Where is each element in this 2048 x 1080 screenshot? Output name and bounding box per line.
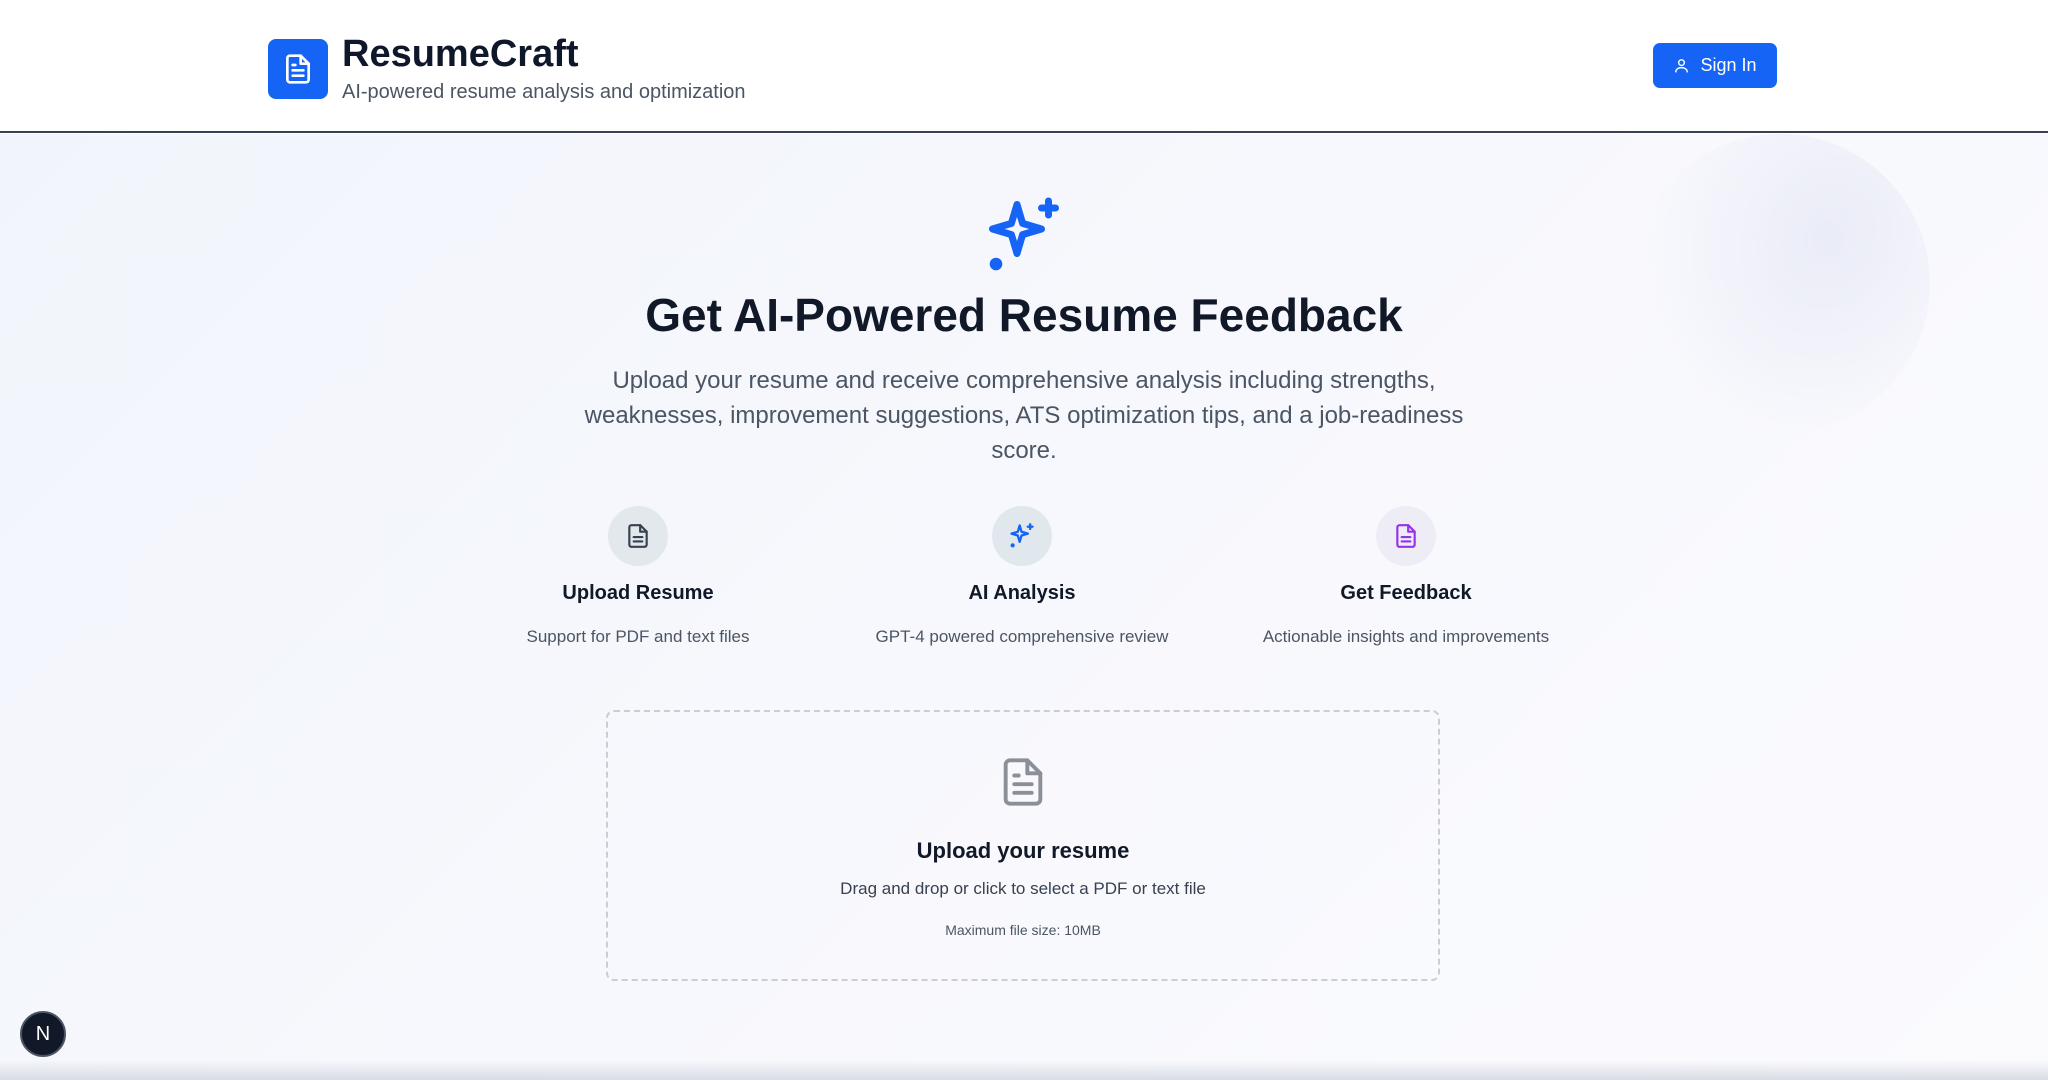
app-title: ResumeCraft <box>342 33 579 75</box>
document-icon <box>1376 506 1436 566</box>
sparkles-icon <box>992 506 1052 566</box>
resume-dropzone[interactable]: Upload your resume Drag and drop or clic… <box>606 710 1440 981</box>
feature-title: Upload Resume <box>562 582 714 604</box>
main-content: Get AI-Powered Resume Feedback Upload yo… <box>0 134 2048 1080</box>
feature-description: GPT-4 powered comprehensive review <box>875 627 1169 646</box>
dev-tools-badge[interactable]: N <box>20 1011 66 1057</box>
sign-in-button[interactable]: Sign In <box>1653 43 1777 88</box>
feature-description: Support for PDF and text files <box>526 627 750 646</box>
hero-title: Get AI-Powered Resume Feedback <box>645 289 1403 341</box>
hero-description: Upload your resume and receive comprehen… <box>584 367 1464 464</box>
document-icon <box>997 752 1049 817</box>
feature-upload-resume: Upload Resume Support for PDF and text f… <box>478 506 798 647</box>
feature-title: AI Analysis <box>968 582 1076 604</box>
app-tagline: AI-powered resume analysis and optimizat… <box>342 81 746 103</box>
app-header: ResumeCraft AI-powered resume analysis a… <box>0 0 2048 133</box>
document-icon <box>268 38 328 99</box>
sign-in-label: Sign In <box>1700 55 1757 75</box>
bottom-divider <box>0 1060 2048 1080</box>
brand[interactable]: ResumeCraft AI-powered resume analysis a… <box>268 35 746 102</box>
feature-ai-analysis: AI Analysis GPT-4 powered comprehensive … <box>862 506 1182 647</box>
feature-description: Actionable insights and improvements <box>1262 627 1550 646</box>
sparkles-icon <box>982 194 1066 283</box>
dropzone-description: Drag and drop or click to select a PDF o… <box>840 879 1206 898</box>
dropzone-size-note: Maximum file size: 10MB <box>945 922 1101 938</box>
dev-badge-label: N <box>35 1022 51 1045</box>
user-icon <box>1675 59 1689 73</box>
document-icon <box>608 506 668 566</box>
dropzone-title: Upload your resume <box>916 838 1130 863</box>
feature-title: Get Feedback <box>1340 582 1472 604</box>
feature-get-feedback: Get Feedback Actionable insights and imp… <box>1246 506 1566 647</box>
